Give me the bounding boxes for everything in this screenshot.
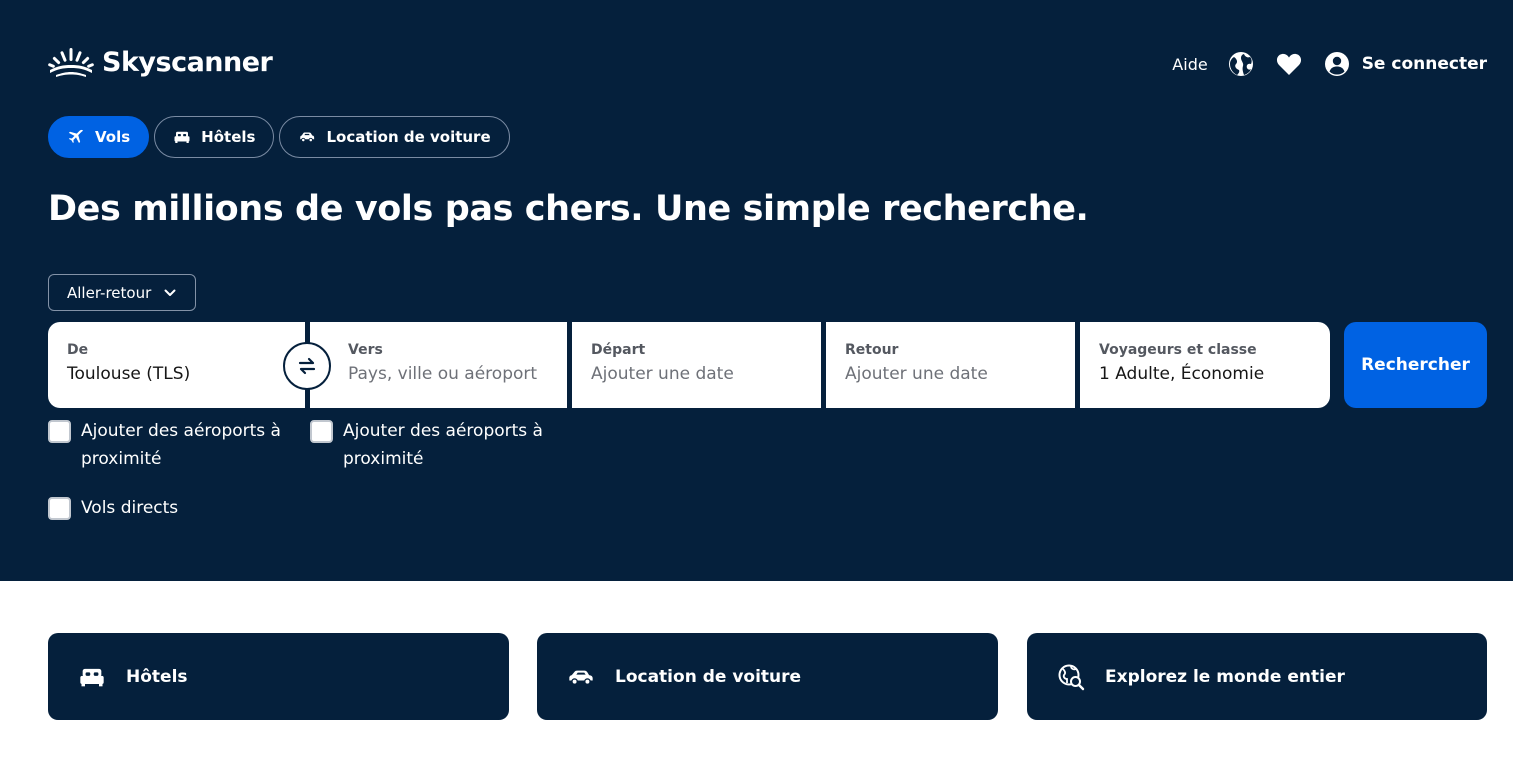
- car-icon: [300, 132, 315, 143]
- nearby-origin-label: Ajouter des aéroports à proximité: [81, 421, 281, 469]
- tab-label: Vols: [95, 128, 131, 146]
- swap-locations-button[interactable]: [283, 342, 331, 390]
- swap-arrows-icon: [298, 357, 316, 375]
- travellers-label: Voyageurs et classe: [1099, 342, 1257, 358]
- tab-label: Hôtels: [201, 128, 256, 146]
- product-tabs: Vols Hôtels Location de voiture: [48, 116, 510, 158]
- trip-type-dropdown[interactable]: Aller-retour: [48, 274, 196, 311]
- travellers-value: 1 Adulte, Économie: [1099, 364, 1265, 384]
- car-hire-card[interactable]: Location de voiture: [537, 633, 998, 720]
- travellers-class-field[interactable]: Voyageurs et classe 1 Adulte, Économie: [1080, 322, 1330, 408]
- destination-field[interactable]: Vers Pays, ville ou aéroport: [310, 322, 567, 408]
- return-placeholder: Ajouter une date: [845, 364, 988, 384]
- bed-icon: [174, 131, 190, 143]
- return-label: Retour: [845, 342, 899, 358]
- tab-flights[interactable]: Vols: [48, 116, 150, 158]
- top-navigation: Aide Se connecter: [1172, 48, 1487, 80]
- login-button[interactable]: Se connecter: [1324, 51, 1487, 77]
- explore-everywhere-card[interactable]: Explorez le monde entier: [1027, 633, 1487, 720]
- car-icon: [569, 670, 593, 685]
- departure-label: Départ: [591, 342, 646, 358]
- bed-icon: [80, 668, 104, 686]
- explore-card-label: Explorez le monde entier: [1105, 666, 1345, 687]
- direct-flights-label: Vols directs: [81, 498, 179, 518]
- hero-section: Skyscanner Aide Se connecter Vols Hôtels…: [0, 0, 1513, 581]
- help-link[interactable]: Aide: [1172, 55, 1207, 74]
- origin-value: Toulouse (TLS): [67, 364, 191, 384]
- nearby-destination-checkbox[interactable]: [310, 420, 333, 443]
- return-date-field[interactable]: Retour Ajouter une date: [826, 322, 1075, 408]
- hotels-card-label: Hôtels: [126, 666, 188, 687]
- login-label: Se connecter: [1361, 54, 1487, 74]
- direct-flights-checkbox[interactable]: [48, 497, 71, 520]
- tab-hotels[interactable]: Hôtels: [154, 116, 275, 158]
- origin-label: De: [67, 342, 89, 358]
- nearby-origin-airports-option[interactable]: Ajouter des aéroports à proximité: [48, 420, 298, 473]
- tab-label: Location de voiture: [326, 128, 491, 146]
- explore-globe-icon: [1058, 664, 1085, 690]
- brand-name: Skyscanner: [102, 46, 273, 78]
- chevron-down-icon: [164, 289, 176, 296]
- origin-field[interactable]: De Toulouse (TLS): [48, 322, 305, 408]
- tab-car-hire[interactable]: Location de voiture: [279, 116, 510, 158]
- user-account-icon: [1324, 51, 1350, 77]
- trip-type-value: Aller-retour: [67, 283, 152, 302]
- nearby-origin-checkbox[interactable]: [48, 420, 71, 443]
- departure-date-field[interactable]: Départ Ajouter une date: [572, 322, 821, 408]
- hotels-card[interactable]: Hôtels: [48, 633, 509, 720]
- destination-label: Vers: [348, 342, 383, 358]
- globe-icon[interactable]: [1228, 51, 1254, 77]
- page-headline: Des millions de vols pas chers. Une simp…: [48, 189, 1089, 229]
- direct-flights-option[interactable]: Vols directs: [48, 497, 298, 522]
- nearby-destination-label: Ajouter des aéroports à proximité: [343, 421, 543, 469]
- departure-placeholder: Ajouter une date: [591, 364, 734, 384]
- heart-icon[interactable]: [1276, 51, 1302, 77]
- car-hire-card-label: Location de voiture: [615, 666, 802, 687]
- search-button[interactable]: Rechercher: [1344, 322, 1487, 408]
- sunburst-logo-icon: [48, 48, 94, 77]
- plane-icon: [68, 129, 83, 143]
- nearby-destination-airports-option[interactable]: Ajouter des aéroports à proximité: [310, 420, 560, 473]
- destination-placeholder: Pays, ville ou aéroport: [348, 364, 538, 384]
- skyscanner-logo[interactable]: Skyscanner: [48, 46, 273, 78]
